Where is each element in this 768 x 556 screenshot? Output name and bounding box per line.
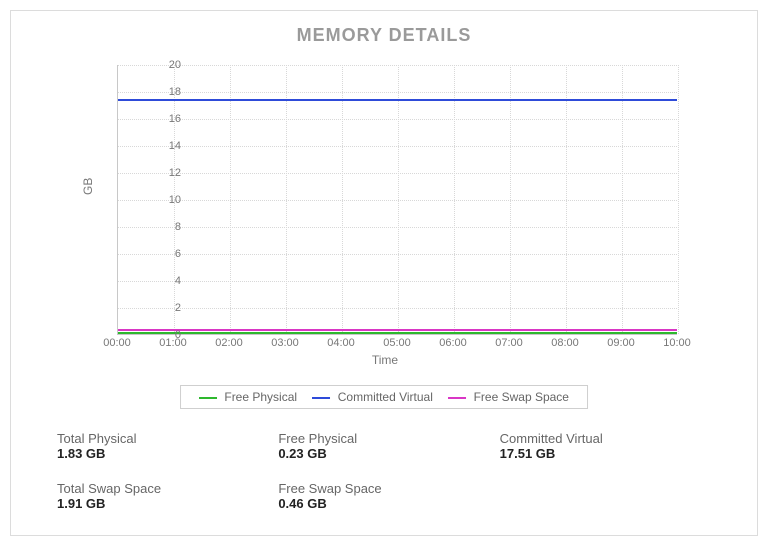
x-tick-label: 04:00	[327, 337, 355, 349]
x-tick-label: 08:00	[551, 337, 579, 349]
x-tick-label: 03:00	[271, 337, 299, 349]
x-tick-label: 01:00	[159, 337, 187, 349]
legend-swatch-magenta	[448, 397, 466, 399]
memory-stats: Total Physical 1.83 GB Free Physical 0.2…	[57, 431, 711, 511]
y-tick-label: 14	[153, 140, 181, 152]
x-axis-label: Time	[71, 353, 699, 367]
gridline-v	[342, 65, 343, 334]
memory-chart: GB Time 0246810121416182000:0001:0002:00…	[71, 55, 699, 371]
stat-value: 17.51 GB	[500, 446, 711, 461]
legend-swatch-green	[199, 397, 217, 399]
gridline-v	[286, 65, 287, 334]
gridline-v	[510, 65, 511, 334]
y-tick-label: 4	[153, 275, 181, 287]
stat-total-physical: Total Physical 1.83 GB	[57, 431, 268, 461]
stat-value: 1.83 GB	[57, 446, 268, 461]
y-axis-label: GB	[81, 178, 95, 195]
legend-label: Committed Virtual	[338, 390, 433, 404]
plot-area	[117, 65, 677, 335]
y-tick-label: 2	[153, 302, 181, 314]
x-tick-label: 06:00	[439, 337, 467, 349]
stat-label: Committed Virtual	[500, 431, 711, 446]
chart-legend: Free Physical Committed Virtual Free Swa…	[180, 385, 588, 409]
y-tick-label: 20	[153, 59, 181, 71]
gridline-v	[678, 65, 679, 334]
stat-label: Total Physical	[57, 431, 268, 446]
gridline-v	[398, 65, 399, 334]
gridline-v	[566, 65, 567, 334]
y-tick-label: 16	[153, 113, 181, 125]
y-tick-label: 8	[153, 221, 181, 233]
legend-item-free-physical: Free Physical	[199, 390, 297, 404]
x-tick-label: 07:00	[495, 337, 523, 349]
gridline-v	[622, 65, 623, 334]
x-tick-label: 10:00	[663, 337, 691, 349]
stat-value: 0.46 GB	[278, 496, 489, 511]
stat-free-swap: Free Swap Space 0.46 GB	[278, 481, 489, 511]
y-tick-label: 18	[153, 86, 181, 98]
stat-label: Free Swap Space	[278, 481, 489, 496]
y-tick-label: 10	[153, 194, 181, 206]
gridline-v	[230, 65, 231, 334]
stat-free-physical: Free Physical 0.23 GB	[278, 431, 489, 461]
stat-value: 0.23 GB	[278, 446, 489, 461]
panel-title: MEMORY DETAILS	[11, 11, 757, 46]
x-tick-label: 05:00	[383, 337, 411, 349]
stat-committed-virtual: Committed Virtual 17.51 GB	[500, 431, 711, 461]
gridline-v	[454, 65, 455, 334]
stat-value: 1.91 GB	[57, 496, 268, 511]
stat-label: Total Swap Space	[57, 481, 268, 496]
y-tick-label: 12	[153, 167, 181, 179]
stat-total-swap: Total Swap Space 1.91 GB	[57, 481, 268, 511]
x-tick-label: 09:00	[607, 337, 635, 349]
legend-swatch-blue	[312, 397, 330, 399]
memory-details-panel: MEMORY DETAILS GB Time 02468101214161820…	[10, 10, 758, 536]
legend-label: Free Physical	[224, 390, 297, 404]
y-tick-label: 6	[153, 248, 181, 260]
x-tick-label: 00:00	[103, 337, 131, 349]
legend-item-free-swap: Free Swap Space	[448, 390, 569, 404]
stat-label: Free Physical	[278, 431, 489, 446]
x-tick-label: 02:00	[215, 337, 243, 349]
legend-item-committed-virtual: Committed Virtual	[312, 390, 433, 404]
legend-label: Free Swap Space	[474, 390, 569, 404]
